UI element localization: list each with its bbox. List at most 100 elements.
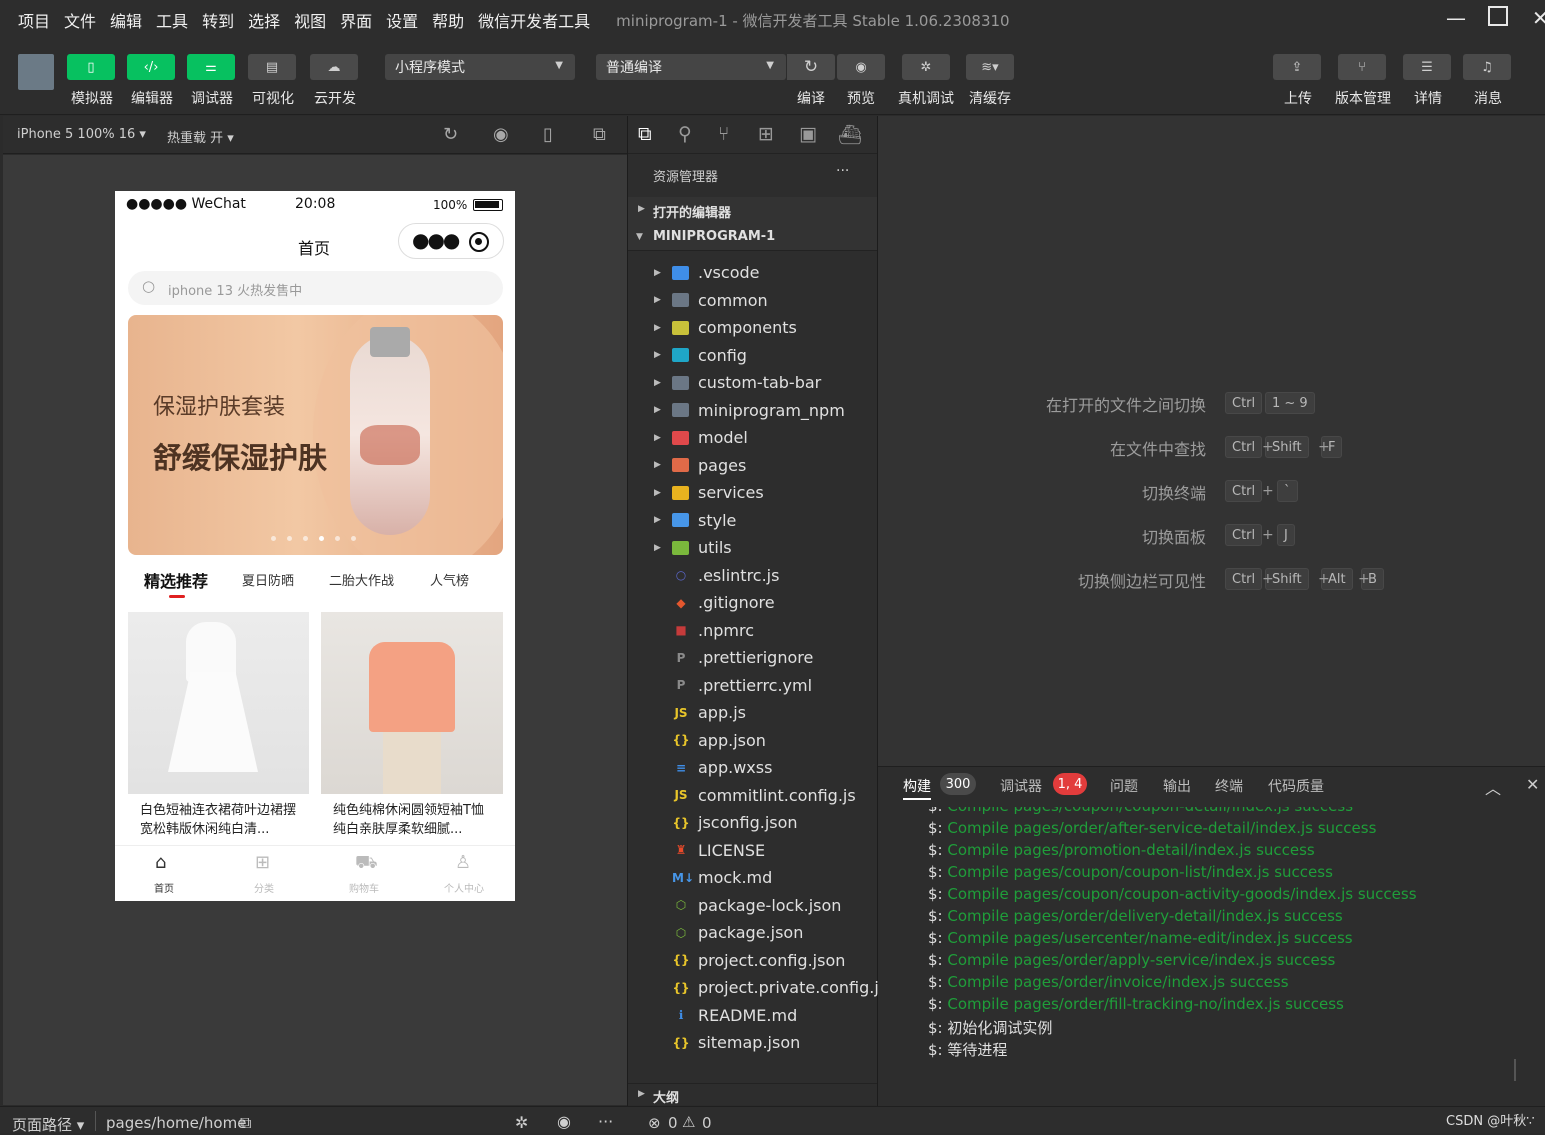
product-card[interactable]: 白色短袖连衣裙荷叶边裙摆宽松韩版休闲纯白清... bbox=[128, 612, 309, 846]
tab-popular[interactable]: 人气榜 bbox=[430, 570, 469, 589]
tab-sunscreen[interactable]: 夏日防晒 bbox=[242, 570, 294, 589]
tree-folder[interactable]: ▶ miniprogram_npm bbox=[628, 397, 877, 424]
save-icon[interactable]: ▣ bbox=[799, 123, 817, 145]
tabbar-profile[interactable]: 个人中心 bbox=[444, 880, 484, 895]
tree-file[interactable]: P .prettierignore bbox=[628, 644, 877, 671]
tree-file[interactable]: ♜ LICENSE bbox=[628, 837, 877, 864]
cloud-dev-button[interactable]: ☁ bbox=[310, 54, 358, 80]
phone-icon[interactable]: ▯ bbox=[543, 124, 553, 145]
eye-icon[interactable]: ◉ bbox=[557, 1112, 571, 1131]
product-card[interactable]: 纯色纯棉休闲圆领短袖T恤纯白亲肤厚柔软细腻... bbox=[321, 612, 503, 846]
grid-icon[interactable]: ⊞ bbox=[255, 852, 270, 873]
console-tab-output[interactable]: 输出 bbox=[1163, 776, 1191, 796]
tree-file[interactable]: {} jsconfig.json bbox=[628, 809, 877, 836]
menu-item-interface[interactable]: 界面 bbox=[340, 8, 372, 32]
hot-reload-toggle[interactable]: 热重载 开 ▾ bbox=[167, 127, 234, 146]
tree-folder[interactable]: ▶ utils bbox=[628, 534, 877, 561]
console-tab-debugger[interactable]: 调试器 bbox=[1000, 776, 1042, 796]
tree-folder[interactable]: ▶ model bbox=[628, 424, 877, 451]
copy-icon[interactable]: ⧉ bbox=[240, 1113, 251, 1133]
tree-folder[interactable]: ▶ services bbox=[628, 479, 877, 506]
maximize-icon[interactable] bbox=[1488, 6, 1508, 26]
tree-file[interactable]: {} sitemap.json bbox=[628, 1029, 877, 1056]
close-miniprogram-icon[interactable] bbox=[469, 232, 489, 252]
git-icon[interactable]: ⑂ bbox=[718, 123, 729, 145]
tree-file[interactable]: ■ .npmrc bbox=[628, 617, 877, 644]
console-tab-terminal[interactable]: 终端 bbox=[1215, 776, 1243, 796]
simulator-toggle-button[interactable]: ▯ bbox=[67, 54, 115, 80]
menu-item-tools[interactable]: 工具 bbox=[156, 8, 188, 32]
tree-folder[interactable]: ▶ config bbox=[628, 342, 877, 369]
docker-icon[interactable]: ⛴ bbox=[838, 123, 862, 146]
tree-file[interactable]: ◆ .gitignore bbox=[628, 589, 877, 616]
minimize-icon[interactable]: — bbox=[1446, 6, 1466, 30]
version-button[interactable]: ⑂ bbox=[1338, 54, 1386, 80]
menu-item-goto[interactable]: 转到 bbox=[202, 8, 234, 32]
banner-swiper[interactable]: 保湿护肤套装 舒缓保湿护肤 bbox=[128, 315, 503, 555]
error-icon[interactable]: ⊗ bbox=[648, 1114, 661, 1132]
menu-item-project[interactable]: 项目 bbox=[18, 8, 50, 32]
tree-folder[interactable]: ▶ custom-tab-bar bbox=[628, 369, 877, 396]
tree-file[interactable]: {} project.config.json bbox=[628, 947, 877, 974]
search-bar[interactable]: ○ iphone 13 火热发售中 bbox=[128, 271, 503, 305]
menu-item-select[interactable]: 选择 bbox=[248, 8, 280, 32]
remote-debug-button[interactable]: ✲ bbox=[902, 54, 950, 80]
tree-folder[interactable]: ▶ pages bbox=[628, 452, 877, 479]
search-icon[interactable]: ⚲ bbox=[678, 123, 692, 145]
popout-icon[interactable]: ⧉ bbox=[593, 124, 606, 145]
device-select[interactable]: iPhone 5 100% 16 ▾ bbox=[17, 127, 146, 142]
project-section[interactable]: ▼ MINIPROGRAM-1 bbox=[628, 224, 877, 251]
tree-file[interactable]: P .prettierrc.yml bbox=[628, 672, 877, 699]
messages-button[interactable]: ♫ bbox=[1463, 54, 1511, 80]
tree-file[interactable]: M↓ mock.md bbox=[628, 864, 877, 891]
tree-file[interactable]: ℹ README.md bbox=[628, 1002, 877, 1029]
more-icon[interactable]: ··· bbox=[598, 1112, 613, 1131]
menu-item-settings[interactable]: 设置 bbox=[386, 8, 418, 32]
user-icon[interactable]: ♙ bbox=[455, 852, 471, 873]
cart-icon[interactable]: ⛟ bbox=[355, 852, 378, 876]
tree-file[interactable]: {} project.private.config.js... bbox=[628, 974, 902, 1001]
mode-select[interactable]: 小程序模式 ▼ bbox=[385, 54, 575, 80]
tree-folder[interactable]: ▶ common bbox=[628, 287, 877, 314]
editor-toggle-button[interactable]: ‹/› bbox=[127, 54, 175, 80]
tabbar-cart[interactable]: 购物车 bbox=[349, 880, 379, 895]
preview-button[interactable]: ◉ bbox=[837, 54, 885, 80]
tabbar-home[interactable]: 首页 bbox=[154, 880, 174, 895]
upload-button[interactable]: ⇪ bbox=[1273, 54, 1321, 80]
tree-file[interactable]: {} app.json bbox=[628, 727, 877, 754]
debugger-toggle-button[interactable]: ⚌ bbox=[187, 54, 235, 80]
scrollbar[interactable] bbox=[1514, 1059, 1516, 1081]
bug-icon[interactable]: ✲ bbox=[515, 1113, 528, 1132]
menu-item-view[interactable]: 视图 bbox=[294, 8, 326, 32]
menu-item-file[interactable]: 文件 bbox=[64, 8, 96, 32]
open-editors-section[interactable]: ▶ 打开的编辑器 bbox=[628, 197, 877, 224]
chevron-up-icon[interactable]: ︿ bbox=[1485, 775, 1501, 799]
tree-file[interactable]: JS commitlint.config.js bbox=[628, 782, 877, 809]
console-tab-build[interactable]: 构建 bbox=[903, 776, 931, 796]
more-icon[interactable]: ··· bbox=[836, 163, 849, 179]
tabbar-category[interactable]: 分类 bbox=[254, 880, 274, 895]
tab-featured[interactable]: 精选推荐 bbox=[144, 568, 208, 592]
avatar[interactable] bbox=[18, 54, 54, 90]
console-tab-problems[interactable]: 问题 bbox=[1110, 776, 1138, 796]
tree-file[interactable]: JS app.js bbox=[628, 699, 877, 726]
menu-item-devtools[interactable]: 微信开发者工具 bbox=[478, 8, 590, 32]
home-icon[interactable]: ⌂ bbox=[155, 852, 166, 873]
record-icon[interactable]: ◉ bbox=[493, 124, 509, 145]
outline-section[interactable]: ▶ 大纲 bbox=[628, 1083, 877, 1106]
tab-second-child[interactable]: 二胎大作战 bbox=[329, 570, 394, 589]
tree-folder[interactable]: ▶ style bbox=[628, 507, 877, 534]
close-panel-icon[interactable]: ✕ bbox=[1526, 775, 1539, 794]
capsule-button[interactable]: ●●● bbox=[398, 223, 504, 259]
console-tab-code-quality[interactable]: 代码质量 bbox=[1268, 776, 1324, 796]
tree-file[interactable]: ⬡ package.json bbox=[628, 919, 877, 946]
tree-file[interactable]: ≡ app.wxss bbox=[628, 754, 877, 781]
compile-button[interactable]: ↻ bbox=[787, 54, 835, 80]
details-button[interactable]: ☰ bbox=[1403, 54, 1451, 80]
tree-folder[interactable]: ▶ .vscode bbox=[628, 259, 877, 286]
visual-button[interactable]: ▤ bbox=[248, 54, 296, 80]
warning-icon[interactable]: ⚠ bbox=[682, 1113, 695, 1131]
tree-file[interactable]: ○ .eslintrc.js bbox=[628, 562, 877, 589]
tree-folder[interactable]: ▶ components bbox=[628, 314, 877, 341]
page-path-select[interactable]: 页面路径 ▾ bbox=[12, 1114, 84, 1135]
